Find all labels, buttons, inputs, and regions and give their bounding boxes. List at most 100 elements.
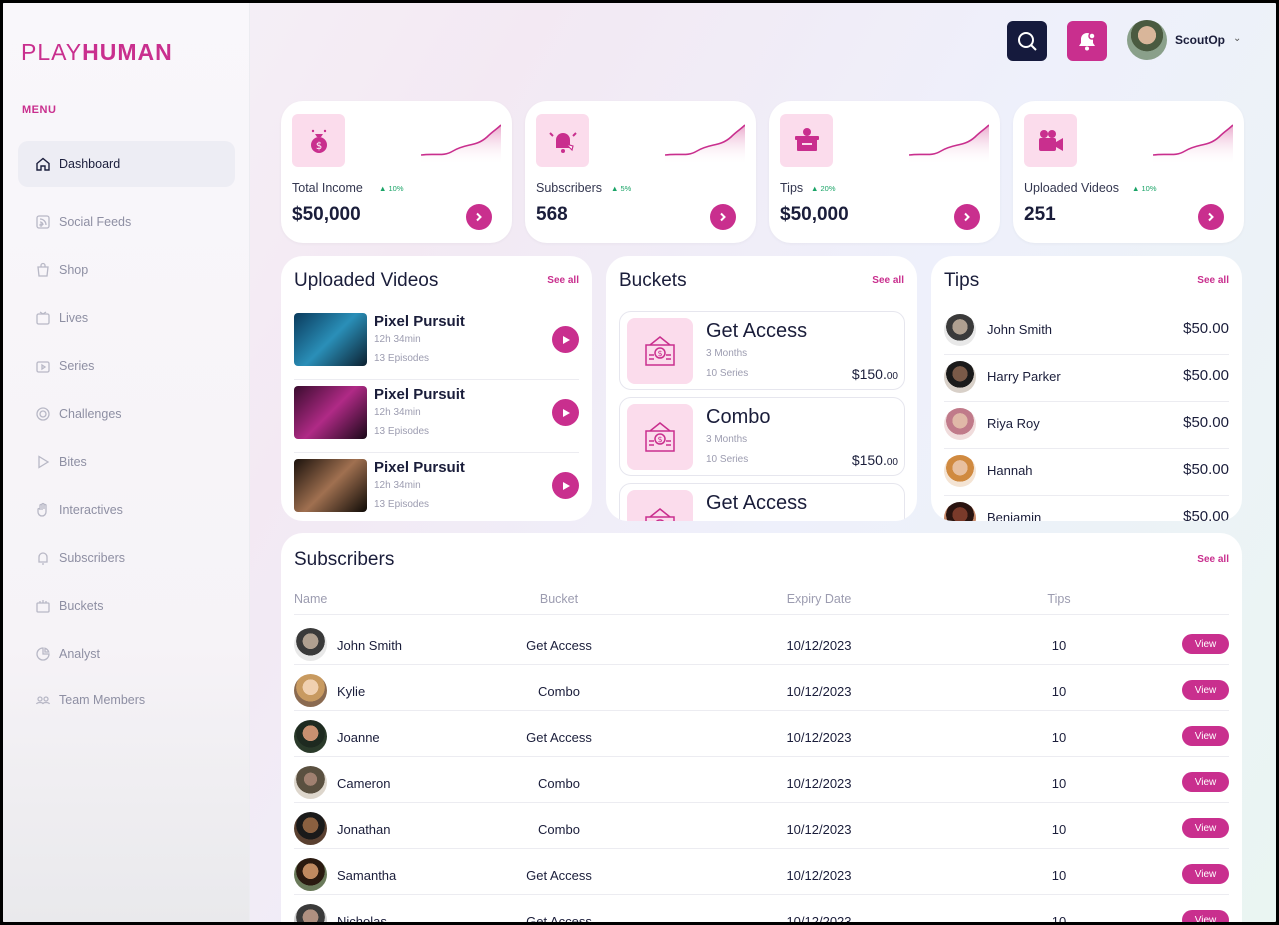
- stat-change: ▲ 10%: [1132, 184, 1157, 193]
- table-row: John Smith Get Access 10/12/2023 10 View: [294, 619, 1229, 665]
- sidebar-item-analyst[interactable]: Analyst: [18, 631, 235, 677]
- money-bag-icon: $: [292, 114, 345, 167]
- sidebar-item-interactives[interactable]: Interactives: [18, 487, 235, 533]
- sidebar-item-dashboard[interactable]: Dashboard: [18, 141, 235, 187]
- avatar: [294, 904, 327, 922]
- sidebar-item-label: Subscribers: [59, 551, 125, 565]
- view-button[interactable]: View: [1182, 910, 1229, 922]
- see-all-link[interactable]: See all: [872, 275, 904, 286]
- column-header-name[interactable]: Name: [294, 592, 327, 606]
- view-button[interactable]: View: [1182, 680, 1229, 700]
- avatar: [944, 455, 976, 487]
- sidebar-item-series[interactable]: Series: [18, 343, 235, 389]
- chevron-right-icon: [720, 212, 726, 222]
- see-all-link[interactable]: See all: [1197, 554, 1229, 565]
- view-button[interactable]: View: [1182, 772, 1229, 792]
- bucket-card[interactable]: $ Get Access 3 Months 10 Series $150.00: [619, 311, 905, 390]
- panel-title: Subscribers: [294, 549, 395, 570]
- video-episodes: 13 Episodes: [374, 426, 430, 437]
- team-icon: [34, 691, 52, 709]
- see-all-link[interactable]: See all: [1197, 275, 1229, 286]
- column-header-tips[interactable]: Tips: [1024, 592, 1094, 606]
- sidebar-nav: Dashboard Social Feeds Shop Lives Series…: [18, 141, 235, 723]
- subscriber-expiry: 10/12/2023: [786, 638, 852, 653]
- notifications-button[interactable]: [1067, 21, 1107, 61]
- stat-value: $50,000: [780, 204, 849, 225]
- username[interactable]: ScoutOp: [1175, 33, 1225, 47]
- tipper-name: Harry Parker: [987, 369, 1061, 384]
- tip-item[interactable]: John Smith $50.00: [944, 308, 1229, 355]
- sidebar-item-lives[interactable]: Lives: [18, 295, 235, 341]
- subscriber-icon: [536, 114, 589, 167]
- sidebar-item-social-feeds[interactable]: Social Feeds: [18, 199, 235, 245]
- see-all-link[interactable]: See all: [547, 275, 579, 286]
- avatar: [944, 502, 976, 521]
- play-icon: [562, 408, 570, 417]
- subscriber-tips: 10: [1051, 822, 1067, 837]
- view-button[interactable]: View: [1182, 864, 1229, 884]
- video-item[interactable]: Pixel Pursuit 12h 34min 13 Episodes: [294, 308, 579, 380]
- subscriber-tips: 10: [1051, 730, 1067, 745]
- video-title: Pixel Pursuit: [374, 313, 465, 330]
- view-button[interactable]: View: [1182, 726, 1229, 746]
- video-item[interactable]: Pixel Pursuit 12h 34min 13 Episodes: [294, 381, 579, 453]
- sidebar-item-bites[interactable]: Bites: [18, 439, 235, 485]
- table-row: Jonathan Combo 10/12/2023 10 View: [294, 803, 1229, 849]
- challenge-icon: [34, 405, 52, 423]
- brand-logo[interactable]: PLAY HUMAN: [21, 39, 173, 66]
- bucket-name: Combo: [706, 406, 771, 428]
- view-button[interactable]: View: [1182, 634, 1229, 654]
- shopping-bag-icon: [34, 261, 52, 279]
- live-icon: [34, 309, 52, 327]
- stat-label: Subscribers: [536, 181, 602, 195]
- sidebar-item-challenges[interactable]: Challenges: [18, 391, 235, 437]
- sidebar-item-label: Team Members: [59, 693, 146, 707]
- table-row: Cameron Combo 10/12/2023 10 View: [294, 757, 1229, 803]
- view-button[interactable]: View: [1182, 818, 1229, 838]
- stat-change: ▲ 5%: [611, 184, 632, 193]
- stat-arrow-button[interactable]: [1198, 204, 1224, 230]
- sidebar-item-shop[interactable]: Shop: [18, 247, 235, 293]
- column-header-bucket[interactable]: Bucket: [494, 592, 624, 606]
- video-duration: 12h 34min: [374, 334, 421, 345]
- tip-item[interactable]: Benjamin $50.00: [944, 496, 1229, 521]
- bucket-card[interactable]: Get Access: [619, 483, 905, 521]
- tip-item[interactable]: Harry Parker $50.00: [944, 355, 1229, 402]
- stat-arrow-button[interactable]: [954, 204, 980, 230]
- sidebar-item-subscribers[interactable]: Subscribers: [18, 535, 235, 581]
- tip-item[interactable]: Riya Roy $50.00: [944, 402, 1229, 449]
- tip-item[interactable]: Hannah $50.00: [944, 449, 1229, 496]
- stat-label: Uploaded Videos: [1024, 181, 1119, 195]
- subscriber-name: Samantha: [337, 868, 397, 883]
- sidebar-item-team-members[interactable]: Team Members: [18, 679, 235, 721]
- price-tag-icon: $: [627, 318, 693, 384]
- sparkline-chart: [421, 124, 501, 165]
- stat-arrow-button[interactable]: [710, 204, 736, 230]
- sidebar-item-buckets[interactable]: Buckets: [18, 583, 235, 629]
- stat-arrow-button[interactable]: [466, 204, 492, 230]
- bucket-card[interactable]: $ Combo 3 Months 10 Series $150.00: [619, 397, 905, 476]
- sidebar-item-label: Series: [59, 359, 95, 373]
- avatar: [294, 766, 327, 799]
- stat-card-subscribers: Subscribers ▲ 5% 568: [525, 101, 756, 243]
- stat-label: Total Income: [292, 181, 363, 195]
- table-row: Nicholas Get Access 10/12/2023 10 View: [294, 895, 1229, 925]
- subscriber-tips: 10: [1051, 868, 1067, 883]
- column-header-expiry-date[interactable]: Expiry Date: [754, 592, 884, 606]
- sidebar-item-label: Dashboard: [59, 157, 121, 171]
- chevron-down-icon[interactable]: ⌄: [1233, 33, 1241, 44]
- sidebar-item-label: Shop: [59, 263, 89, 277]
- avatar: [294, 628, 327, 661]
- search-button[interactable]: [1007, 21, 1047, 61]
- video-item[interactable]: Pixel Pursuit 12h 34min 13 Episodes: [294, 454, 579, 521]
- subscriber-tips: 10: [1051, 914, 1067, 925]
- play-button[interactable]: [552, 399, 579, 426]
- sidebar-item-label: Interactives: [59, 503, 123, 517]
- play-button[interactable]: [552, 472, 579, 499]
- play-button[interactable]: [552, 326, 579, 353]
- hand-icon: [34, 501, 52, 519]
- price-tag-icon: $: [627, 404, 693, 470]
- stat-change: ▲ 20%: [811, 184, 836, 193]
- user-avatar[interactable]: [1127, 20, 1167, 60]
- sidebar-item-label: Challenges: [59, 407, 122, 421]
